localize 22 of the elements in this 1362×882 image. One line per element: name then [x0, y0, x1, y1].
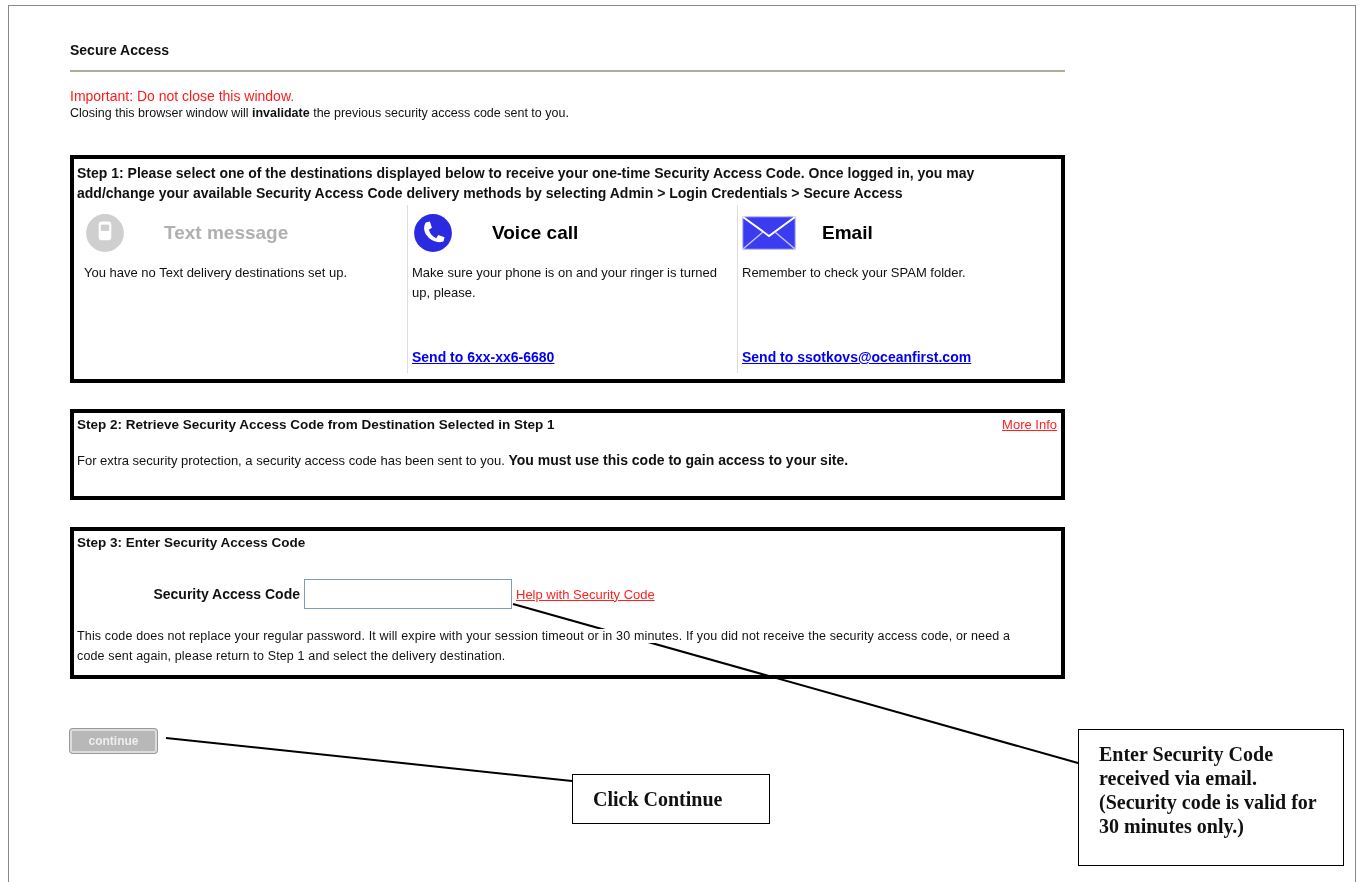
- option-note: Make sure your phone is on and your ringer is turned up, please.: [412, 264, 718, 302]
- step-text: This code does not replace your regular password. It will expire with your session timeout or in 30 minutes. If you did not receive the security access code, or need a code sent again, please return to Step 1 and select the delivery destination.: [77, 628, 1012, 665]
- send-link[interactable]: Send to ssotkovs@oceanfirst.com: [742, 349, 972, 365]
- field-label: Security Access Code: [152, 586, 300, 602]
- option-note: You have no Text delivery destinations set up.: [84, 264, 349, 282]
- option-title: Voice call: [492, 222, 579, 244]
- callout-box: Enter Security Code received via email. (Security code is valid for 30 minutes only.): [1078, 729, 1344, 866]
- step-title: Step 2: Retrieve Security Access Code from Destination Selected in Step 1: [77, 417, 555, 432]
- step-title: Step 3: Enter Security Access Code: [77, 535, 307, 550]
- warning-title: Important: Do not close this window.: [70, 88, 296, 104]
- send-link[interactable]: Send to 6xx-xx6-6680: [412, 349, 555, 365]
- step-instructions: Step 1: Please select one of the destinations displayed below to receive your one-time Security Access Code. Once logged in, you may add/change your available Security Access Code delivery methods by selecting Admin > Login Credentials > Secure Access: [77, 164, 976, 203]
- page-title: Secure Access: [70, 42, 171, 58]
- option-note: Remember to check your SPAM folder.: [742, 264, 967, 282]
- step-text: For extra security protection, a security access code has been sent to you. You must use this code to gain access to your site.: [77, 452, 850, 468]
- code-input-field[interactable]: [304, 579, 512, 609]
- help-link[interactable]: Help with Security Code: [516, 586, 655, 602]
- option-title: Text message: [164, 222, 289, 244]
- callout-box: Click Continue: [572, 774, 770, 824]
- warning-text: Closing this browser window will invalidate the previous security access code sent to you.: [70, 106, 570, 120]
- more-info-link[interactable]: More Info: [1002, 417, 1057, 432]
- option-title: Email: [822, 222, 873, 244]
